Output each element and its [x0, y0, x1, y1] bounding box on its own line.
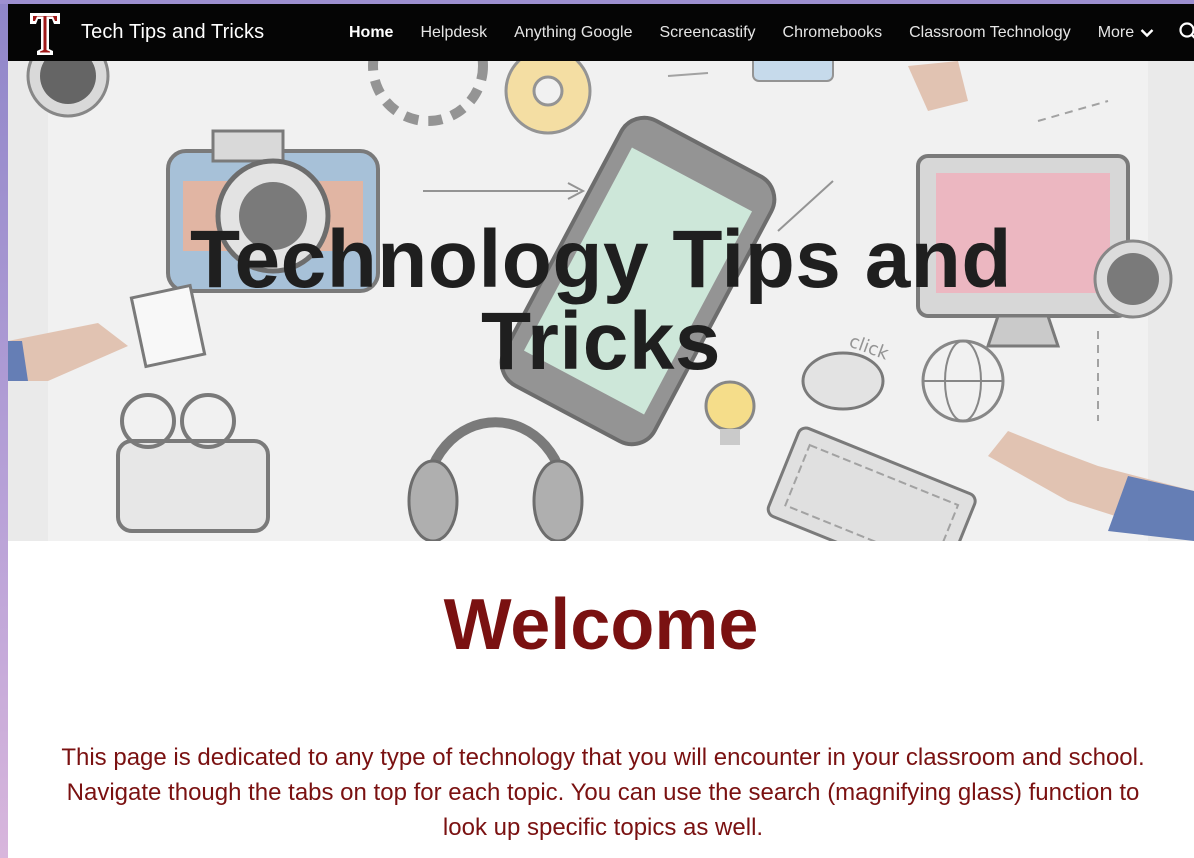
top-navigation-bar: Tech Tips and Tricks Home Helpdesk Anyth…	[8, 4, 1194, 61]
search-button[interactable]	[1177, 20, 1194, 44]
nav-helpdesk[interactable]: Helpdesk	[420, 24, 487, 42]
hero-title: Technology Tips and Tricks	[8, 219, 1194, 383]
nav-chromebooks[interactable]: Chromebooks	[783, 24, 883, 42]
hero-title-line-1: Technology Tips and	[190, 214, 1012, 305]
search-icon	[1179, 22, 1194, 39]
window-edge-top	[0, 0, 1194, 4]
nav-home[interactable]: Home	[349, 24, 393, 42]
welcome-description: This page is dedicated to any type of te…	[61, 744, 1145, 841]
main-nav: Home Helpdesk Anything Google Screencast…	[349, 4, 1154, 61]
chevron-down-icon	[1140, 28, 1154, 37]
hero-banner: click Technology Tips and Tricks	[8, 61, 1194, 541]
window-edge-left	[0, 0, 8, 858]
nav-screencastify[interactable]: Screencastify	[659, 24, 755, 42]
hero-title-line-2: Tricks	[480, 296, 722, 387]
welcome-heading: Welcome	[443, 585, 759, 665]
nav-more-menu[interactable]: More	[1098, 24, 1154, 42]
nav-anything-google[interactable]: Anything Google	[514, 24, 632, 42]
site-title[interactable]: Tech Tips and Tricks	[81, 21, 264, 44]
nav-classroom-technology[interactable]: Classroom Technology	[909, 24, 1071, 42]
site-logo-icon[interactable]	[28, 9, 62, 57]
nav-more-label: More	[1097, 23, 1135, 41]
